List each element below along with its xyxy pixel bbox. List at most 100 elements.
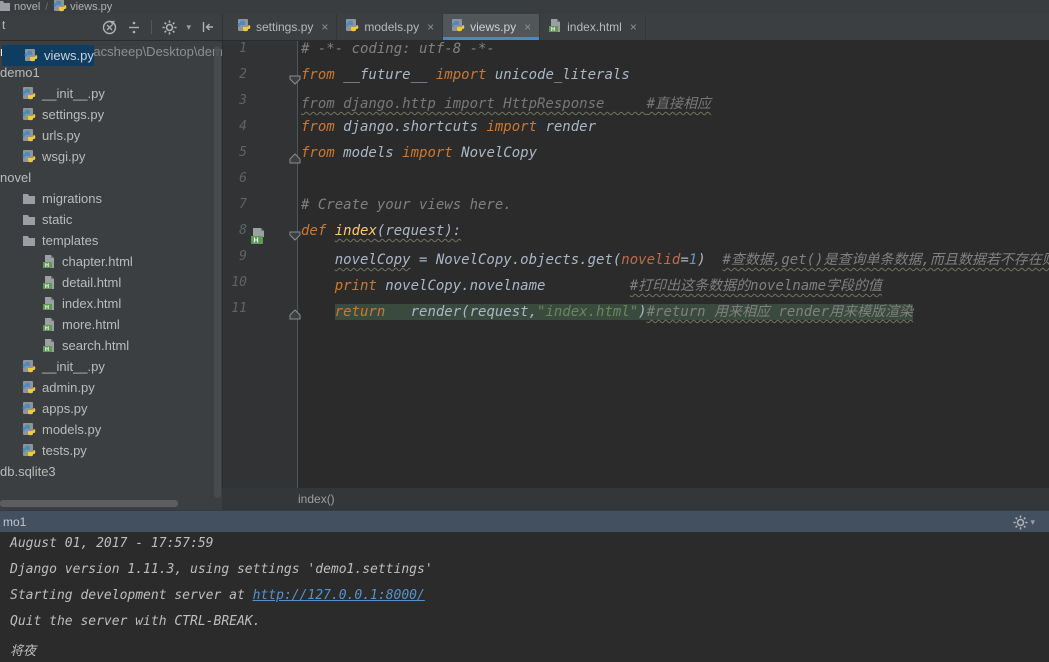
tree-item-detail-html[interactable]: Hdetail.html	[0, 272, 222, 293]
goto-template-icon[interactable]: H	[249, 227, 267, 248]
code-token: from	[301, 119, 335, 135]
server-url-link[interactable]: http://127.0.0.1:8000/	[253, 588, 425, 603]
console-header[interactable]: mo1 ▾	[0, 510, 1049, 532]
tree-item-chapter-html[interactable]: Hchapter.html	[0, 251, 222, 272]
tree-item-search-html[interactable]: Hsearch.html	[0, 335, 222, 356]
python-file-icon	[22, 360, 38, 374]
editor-line[interactable]: 5from models import NovelCopy	[223, 145, 1049, 171]
tree-item-migrations[interactable]: migrations	[0, 188, 222, 209]
code-line-text: def index(request):	[298, 223, 461, 249]
breadcrumb-item-views-py[interactable]: views.py	[53, 0, 112, 14]
code-token: novelCopy.novelname	[377, 278, 630, 294]
tree-item-index-html[interactable]: Hindex.html	[0, 293, 222, 314]
tree-item-more-html[interactable]: Hmore.html	[0, 314, 222, 335]
line-number: 11	[223, 301, 247, 316]
code-token: from django.http import HttpResponse	[301, 96, 647, 112]
code-token: #return 用来相应 render用来模版渲染	[647, 304, 913, 320]
tree-item-admin-py[interactable]: admin.py	[0, 377, 222, 398]
fold-marker-icon[interactable]	[289, 308, 301, 323]
tree-item-tests-py[interactable]: tests.py	[0, 440, 222, 461]
tree-item-urls-py[interactable]: urls.py	[0, 125, 222, 146]
close-icon[interactable]: ×	[427, 20, 434, 34]
code-editor[interactable]: 1# -*- coding: utf-8 -*-2from __future__…	[223, 41, 1049, 489]
editor-gutter: 6	[223, 171, 298, 197]
editor-gutter: 4	[223, 119, 298, 145]
tab-models-py[interactable]: models.py×	[337, 14, 443, 40]
tree-item-label: __init__.py	[42, 356, 105, 377]
code-token: print	[335, 278, 377, 294]
editor-line[interactable]: 10 print novelCopy.novelname #打印出这条数据的no…	[223, 275, 1049, 301]
editor-line[interactable]: 7# Create your views here.	[223, 197, 1049, 223]
html-file-icon: H	[42, 339, 58, 353]
tree-item-novel[interactable]: novel	[0, 167, 222, 188]
close-icon[interactable]: ×	[524, 20, 531, 34]
tree-vertical-scrollbar[interactable]	[214, 46, 221, 498]
line-number: 3	[223, 93, 247, 108]
html-file-icon: H	[42, 297, 58, 311]
python-icon	[53, 0, 67, 14]
editor-line[interactable]: 3from django.http import HttpResponse #直…	[223, 93, 1049, 119]
code-token	[326, 223, 334, 239]
editor-breadcrumb-bottom: index()	[222, 488, 1049, 510]
tree-item-label: index.html	[62, 293, 121, 314]
tree-item-templates[interactable]: templates	[0, 230, 222, 251]
breadcrumb-label: novel	[14, 1, 40, 13]
code-token: = NovelCopy.objects.get(	[411, 252, 622, 268]
code-line-text: return render(request,"index.html")#retu…	[298, 301, 913, 327]
editor-gutter: 5	[223, 145, 298, 171]
svg-text:H: H	[45, 263, 49, 269]
tab-views-py[interactable]: views.py×	[443, 14, 540, 40]
tree-item-views-py[interactable]: views.py	[2, 45, 94, 66]
tree-item-models-py[interactable]: models.py	[0, 419, 222, 440]
editor-gutter: 9	[223, 249, 298, 275]
line-number: 6	[223, 171, 247, 186]
console-line: Quit the server with CTRL-BREAK.	[10, 614, 1049, 640]
chevron-down-icon: ▾	[1030, 517, 1035, 528]
tab-index-html[interactable]: Hindex.html×	[540, 14, 646, 40]
code-token: 1	[689, 252, 697, 268]
tree-item-static[interactable]: static	[0, 209, 222, 230]
tree-item-wsgi-py[interactable]: wsgi.py	[0, 146, 222, 167]
editor-line[interactable]: 6	[223, 171, 1049, 197]
code-token: __future__	[335, 67, 436, 83]
tree-item-db-sqlite3[interactable]: db.sqlite3	[0, 461, 222, 482]
close-icon[interactable]: ×	[630, 20, 637, 34]
html-file-icon: H	[42, 255, 58, 269]
line-number: 1	[223, 41, 247, 56]
gear-icon[interactable]	[161, 19, 177, 35]
tree-horizontal-scrollbar[interactable]	[0, 500, 178, 507]
chevron-down-icon: ▾	[186, 22, 191, 33]
editor-line[interactable]: 2from __future__ import unicode_literals	[223, 67, 1049, 93]
console-tab-label[interactable]: mo1	[3, 515, 26, 529]
python-file-icon	[22, 87, 38, 101]
editor-line[interactable]: 1# -*- coding: utf-8 -*-	[223, 41, 1049, 67]
tree-item-label: detail.html	[62, 272, 121, 293]
fold-marker-icon[interactable]	[289, 230, 301, 245]
tree-item-__init__-py[interactable]: __init__.py	[0, 356, 222, 377]
locate-icon[interactable]	[101, 19, 117, 35]
fold-marker-icon[interactable]	[289, 152, 301, 167]
folder-file-icon	[22, 192, 38, 206]
tree-item-label: more.html	[62, 314, 120, 335]
tree-item-label: views.py	[44, 45, 94, 66]
project-view-selector[interactable]: t ▾	[2, 18, 5, 32]
code-token: novelCopy	[335, 252, 411, 268]
tab-settings-py[interactable]: settings.py×	[229, 14, 337, 40]
editor-line[interactable]: 11 return render(request,"index.html")#r…	[223, 301, 1049, 327]
breadcrumb-item-novel[interactable]: novel	[2, 0, 40, 14]
editor-line[interactable]: 4from django.shortcuts import render	[223, 119, 1049, 145]
tree-item-settings-py[interactable]: settings.py	[0, 104, 222, 125]
editor-empty-area[interactable]	[223, 327, 1049, 489]
tree-item-apps-py[interactable]: apps.py	[0, 398, 222, 419]
collapse-icon[interactable]	[126, 19, 142, 35]
editor-tab-bar: settings.py×models.py×views.py×Hindex.ht…	[223, 14, 1049, 40]
python-file-icon	[22, 444, 38, 458]
tree-item-__init__-py[interactable]: __init__.py	[0, 83, 222, 104]
fold-marker-icon[interactable]	[289, 74, 301, 89]
console-gear-icon[interactable]	[1012, 514, 1028, 530]
editor-line[interactable]: 8Hdef index(request):	[223, 223, 1049, 249]
close-icon[interactable]: ×	[321, 20, 328, 34]
editor-breadcrumb-item[interactable]: index()	[298, 492, 335, 506]
hide-left-icon[interactable]	[200, 19, 216, 35]
editor-line[interactable]: 9 novelCopy = NovelCopy.objects.get(nove…	[223, 249, 1049, 275]
